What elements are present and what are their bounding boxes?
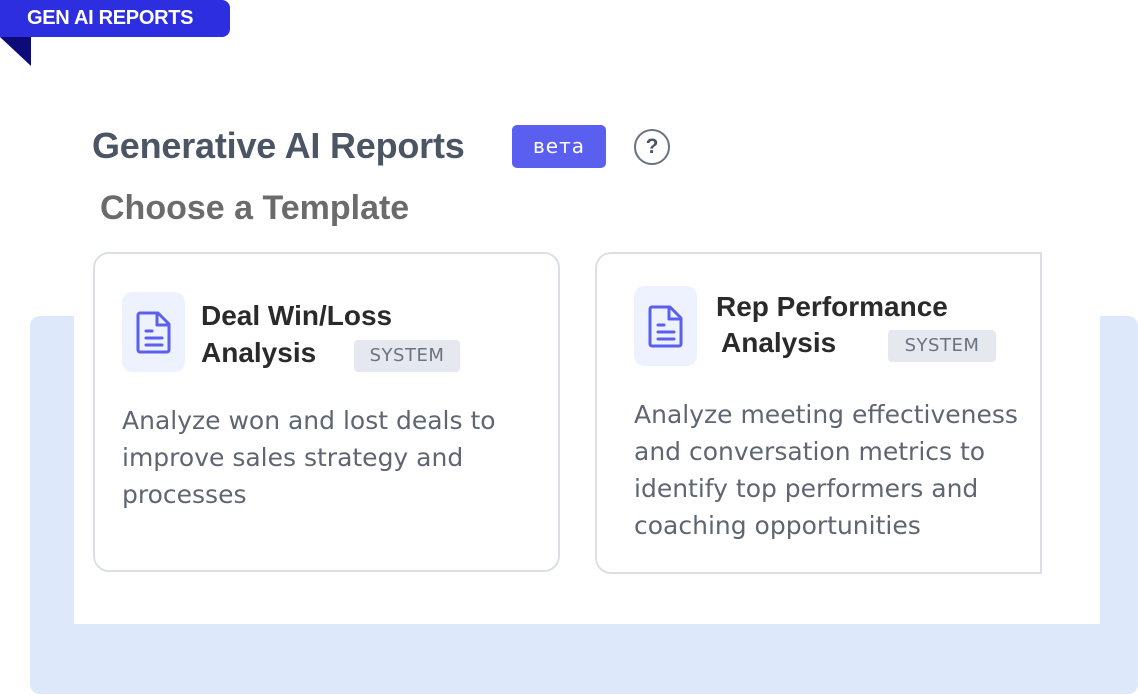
page-title: Generative AI Reports [92,125,465,166]
template-card-deal-win-loss[interactable]: Deal Win/Loss Analysis SYSTEM Analyze wo… [93,252,560,572]
document-icon [122,292,185,372]
template-description: Analyze meeting effectiveness and conver… [634,400,1018,540]
beta-badge: вета [512,125,606,168]
template-card-rep-performance[interactable]: Rep Performance Analysis SYSTEM Analyze … [595,252,1042,574]
help-icon[interactable]: ? [634,129,670,165]
ribbon-fold [0,37,31,66]
template-title-line1: Deal Win/Loss [201,300,393,331]
system-badge: SYSTEM [888,330,996,362]
document-icon [634,286,697,366]
template-title-line2: Analysis [201,337,317,368]
system-badge: SYSTEM [354,340,460,372]
template-title-line2: Analysis [721,327,837,358]
choose-template-heading: Choose a Template [100,189,410,227]
gen-ai-reports-ribbon: GEN AI REPORTS [0,0,230,37]
template-description: Analyze won and lost deals to improve sa… [122,406,496,509]
template-title-line1: Rep Performance [716,291,948,322]
